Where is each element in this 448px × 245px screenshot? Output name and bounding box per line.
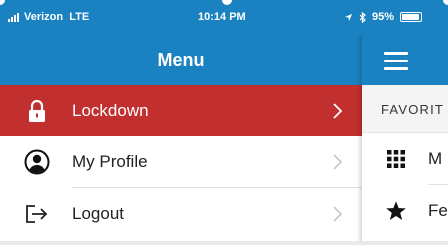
chevron-right-icon	[330, 102, 344, 120]
status-time: 10:14 PM	[198, 11, 246, 23]
menu-item-label: My Profile	[72, 152, 148, 171]
menu-list: Lockdown My Profile Logout	[0, 85, 362, 240]
menu-item-lockdown[interactable]: Lockdown	[0, 85, 362, 136]
main-content-peek[interactable]: FAVORIT M Fe	[362, 0, 448, 245]
grid-icon	[385, 148, 407, 170]
logout-icon	[24, 201, 50, 227]
carrier-text: Verizon LTE	[24, 11, 89, 23]
profile-icon	[24, 149, 50, 175]
menu-item-my-profile[interactable]: My Profile	[0, 136, 362, 188]
signal-bars-icon	[8, 12, 19, 22]
network-type: LTE	[69, 11, 90, 23]
favorites-item[interactable]: M	[362, 133, 448, 185]
battery-percent: 95%	[372, 11, 395, 23]
carrier-name: Verizon	[24, 11, 64, 23]
menu-title: Menu	[157, 50, 205, 70]
menu-header: Menu	[0, 36, 362, 85]
menu-item-label: Lockdown	[72, 100, 149, 120]
favorites-item-label: M	[428, 149, 443, 168]
status-right-group: 95%	[344, 11, 423, 23]
chevron-right-icon	[330, 205, 344, 223]
menu-item-label: Logout	[72, 204, 124, 223]
menu-item-logout[interactable]: Logout	[0, 188, 362, 240]
star-icon	[385, 200, 407, 222]
lock-icon	[24, 98, 50, 124]
location-arrow-icon	[344, 13, 353, 21]
side-menu: Menu Lockdown My Profile Logout	[0, 0, 362, 245]
battery-icon	[400, 12, 423, 22]
bluetooth-icon	[359, 11, 366, 23]
bottom-edge	[0, 241, 448, 245]
favorites-section-header: FAVORIT	[362, 85, 448, 133]
favorites-item[interactable]: Fe	[362, 185, 448, 237]
favorites-item-label: Fe	[428, 201, 448, 220]
chevron-right-icon	[330, 153, 344, 171]
hamburger-menu-icon[interactable]	[384, 52, 408, 70]
favorites-label: FAVORIT	[381, 102, 445, 117]
status-bar: Verizon LTE 10:14 PM 95%	[0, 0, 448, 36]
